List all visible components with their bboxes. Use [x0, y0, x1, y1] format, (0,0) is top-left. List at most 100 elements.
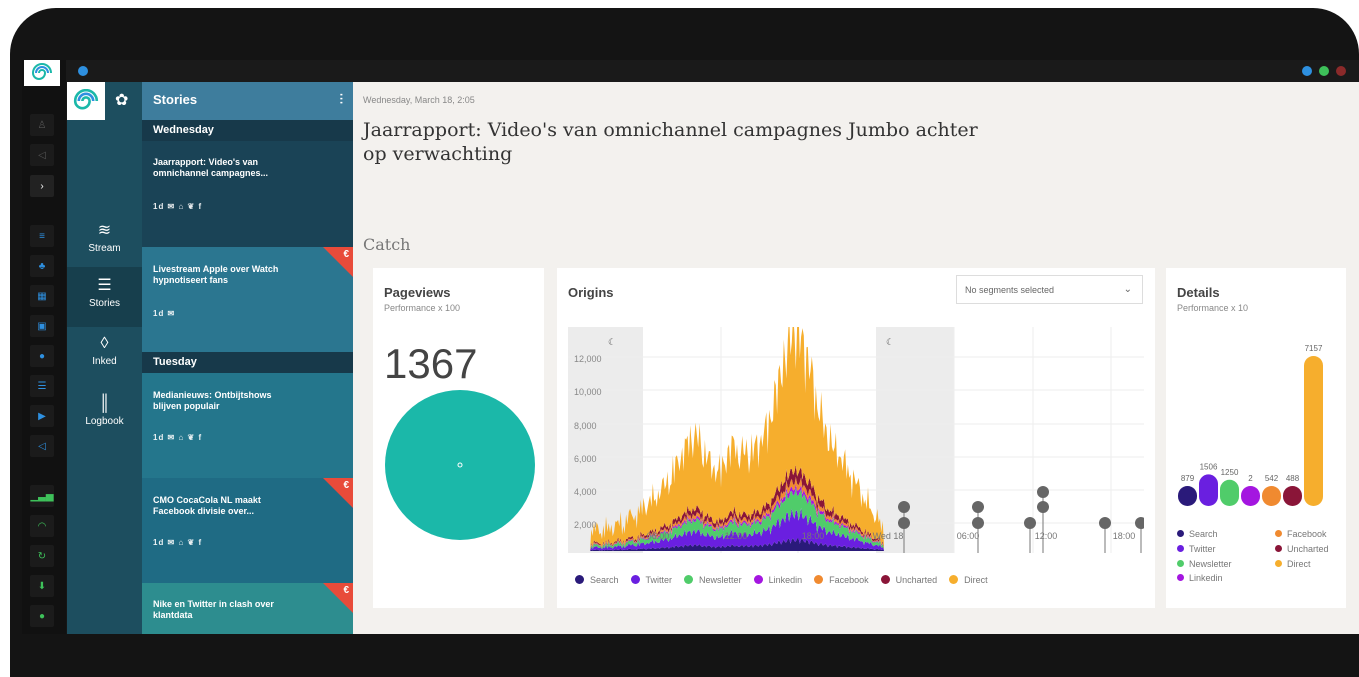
hierarchy-icon[interactable]: ♣: [30, 255, 54, 277]
user-icon[interactable]: ♙: [30, 114, 54, 136]
story-title: Jaarrapport: Video's van omnichannel cam…: [153, 157, 269, 178]
event-marker-icon[interactable]: [972, 501, 984, 513]
event-marker-icon[interactable]: [898, 501, 910, 513]
calendar-plus-icon[interactable]: ▣: [30, 315, 54, 337]
legend-item[interactable]: Facebook: [1275, 529, 1327, 539]
x-tick-label: 12:00: [725, 531, 748, 541]
story-title: CMO CocaCola NL maakt Facebook divisie o…: [153, 495, 261, 516]
y-tick-label: 8,000: [574, 421, 597, 431]
nav-item-stream[interactable]: ≋ Stream: [67, 212, 142, 272]
story-meta: 1d ✉ ⌂ ❦ f: [153, 433, 203, 442]
x-tick-label: 18:00: [802, 531, 825, 541]
event-marker-icon[interactable]: [1099, 517, 1111, 529]
event-marker-icon[interactable]: [1037, 501, 1049, 513]
chevron-down-icon: ⌄: [1123, 284, 1132, 295]
window-dot-red[interactable]: [1336, 66, 1346, 76]
legend-label: Uncharted: [895, 575, 938, 585]
play-icon[interactable]: ▶: [30, 405, 54, 427]
nav-label-stories: Stories: [88, 298, 121, 309]
legend-swatch: [1177, 560, 1184, 567]
legend-item[interactable]: Twitter: [1177, 544, 1216, 554]
legend-item[interactable]: Facebook: [814, 575, 869, 585]
legend-item[interactable]: Search: [575, 575, 619, 585]
story-card[interactable]: Medianieuws: Ontbijtshows blijven popula…: [142, 373, 353, 478]
article-title: Jaarrapport: Video's van omnichannel cam…: [363, 119, 978, 165]
pageviews-pie: [385, 390, 535, 540]
legend-swatch: [949, 575, 959, 584]
filter-icon[interactable]: ⫶: [340, 91, 344, 108]
legend-item[interactable]: Newsletter: [684, 575, 742, 585]
bar-value-label: 7157: [1305, 344, 1323, 353]
nav-label-inked: Inked: [92, 356, 117, 367]
globe-icon[interactable]: ●: [30, 605, 54, 627]
details-bar[interactable]: [1304, 356, 1323, 506]
nav-item-logbook[interactable]: ║ Logbook: [67, 387, 142, 447]
details-bar[interactable]: [1262, 486, 1281, 506]
segment-select[interactable]: No segments selected ⌄: [956, 275, 1143, 304]
brand-logo[interactable]: [67, 82, 105, 120]
panel-title: Details: [1177, 285, 1220, 300]
euro-icon: €: [343, 480, 349, 491]
story-title: Medianieuws: Ontbijtshows blijven popula…: [153, 390, 272, 411]
megaphone-icon[interactable]: ◁: [30, 144, 54, 166]
legend-item[interactable]: Direct: [1275, 559, 1311, 569]
legend-item[interactable]: Newsletter: [1177, 559, 1232, 569]
event-marker-icon[interactable]: [972, 517, 984, 529]
origins-legend: Search Twitter Newsletter Linkedin Facebook U…: [575, 575, 1000, 585]
event-marker-icon[interactable]: [1037, 486, 1049, 498]
chat-icon[interactable]: ●: [30, 345, 54, 367]
list-icon: ☰: [97, 277, 112, 294]
event-marker-icon[interactable]: [1024, 517, 1036, 529]
story-card[interactable]: € Nike en Twitter in clash over klantdat…: [142, 583, 353, 634]
details-bar[interactable]: [1199, 474, 1218, 506]
refresh-icon[interactable]: ↻: [30, 545, 54, 567]
wifi-icon[interactable]: ◠: [30, 515, 54, 537]
stories-panel: Stories ⫶ Wednesday Jaarrapport: Video's…: [142, 82, 353, 634]
chevron-right-icon[interactable]: ›: [30, 175, 54, 197]
details-bar[interactable]: [1283, 486, 1302, 506]
list-icon[interactable]: ☰: [30, 375, 54, 397]
panel-subtitle: Performance x 100: [384, 303, 461, 313]
legend-swatch: [575, 575, 584, 584]
event-marker-icon[interactable]: [898, 517, 910, 529]
legend-item[interactable]: Twitter: [630, 575, 672, 585]
download-icon[interactable]: ⬇: [30, 575, 54, 597]
story-meta: 1d ✉: [153, 309, 176, 318]
x-tick-label: Wed 18: [873, 531, 904, 541]
top-bar: [22, 60, 1359, 82]
window-dot-blue[interactable]: [1302, 66, 1312, 76]
story-card[interactable]: € Livestream Apple over Watch hypnotisee…: [142, 247, 353, 352]
legend-item[interactable]: Direct: [949, 575, 988, 585]
details-chart: 879 15061250 2 542 488 7157: [1178, 344, 1323, 506]
legend-label: Direct: [1287, 559, 1311, 569]
megaphone-icon[interactable]: ◁: [30, 435, 54, 457]
story-meta: 1d ✉ ⌂ ❦ f: [153, 202, 203, 211]
origins-chart: ☾ ☾ 12,000 10,000 8,000 6,000 4,000 2,000 06:00 1…: [568, 327, 1144, 553]
story-card[interactable]: € CMO CocaCola NL maakt Facebook divisie…: [142, 478, 353, 583]
nav-item-inked[interactable]: ◊ Inked: [67, 327, 142, 387]
legend-item[interactable]: Linkedin: [1177, 573, 1223, 583]
legend-item[interactable]: Uncharted: [1275, 544, 1329, 554]
euro-icon: €: [343, 249, 349, 260]
bar-value-label: 2: [1248, 474, 1253, 483]
legend-label: Linkedin: [1189, 573, 1223, 583]
app-logo[interactable]: [24, 60, 60, 86]
details-bar[interactable]: [1220, 479, 1239, 506]
signal-icon[interactable]: ▁▃▅: [30, 485, 54, 507]
legend-label: Twitter: [1189, 544, 1216, 554]
details-bar[interactable]: [1178, 486, 1197, 506]
legend-item[interactable]: Linkedin: [753, 575, 802, 585]
legend-item[interactable]: Search: [1177, 529, 1218, 539]
nav-item-stories[interactable]: ☰ Stories: [67, 267, 142, 327]
story-card[interactable]: Jaarrapport: Video's van omnichannel cam…: [142, 141, 353, 247]
gear-icon[interactable]: ✿: [115, 90, 128, 110]
calendar-icon[interactable]: ▦: [30, 285, 54, 307]
details-bar[interactable]: [1241, 486, 1260, 506]
database-icon[interactable]: ≡: [30, 225, 54, 247]
legend-item[interactable]: Uncharted: [880, 575, 938, 585]
nav-label-logbook: Logbook: [85, 416, 124, 427]
pageviews-panel: Pageviews Performance x 100 1367: [373, 268, 544, 608]
window-dot-green[interactable]: [1319, 66, 1329, 76]
legend-swatch: [1177, 545, 1184, 552]
y-tick-label: 2,000: [574, 520, 597, 530]
